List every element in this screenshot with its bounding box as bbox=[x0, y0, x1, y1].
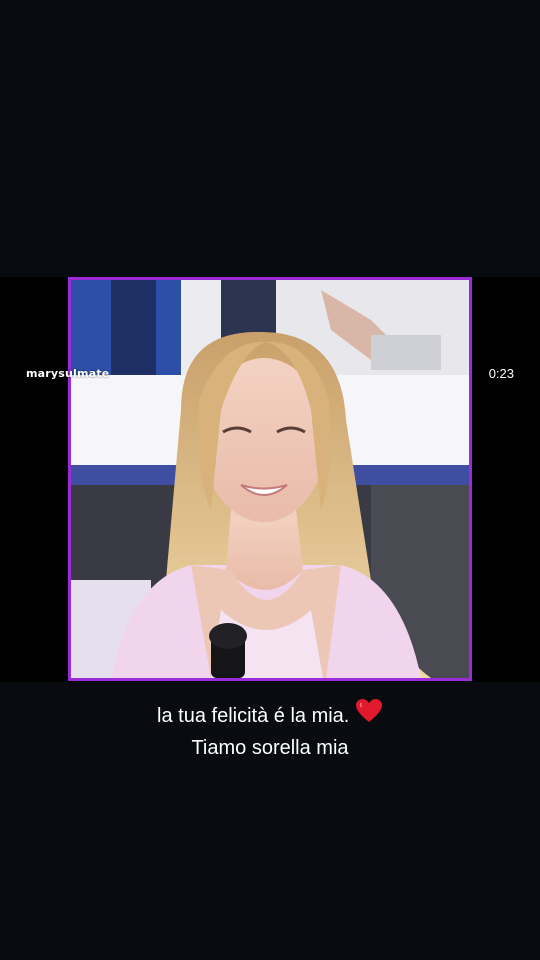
video-timestamp: 0:23 bbox=[488, 366, 514, 381]
caption-line-2: Tiamo sorella mia bbox=[191, 737, 349, 759]
caption-line-1-text: la tua felicità é la mia. bbox=[157, 705, 350, 727]
video-screen[interactable]: marysulmate 0:23 la tua felicità é la mi… bbox=[0, 0, 540, 960]
red-heart-icon bbox=[355, 698, 383, 733]
caption: la tua felicità é la mia. Tiamo sorella … bbox=[0, 698, 540, 763]
watermark-username: marysulmate bbox=[26, 367, 110, 380]
video-frame-image bbox=[71, 280, 469, 678]
caption-line-1: la tua felicità é la mia. bbox=[0, 698, 540, 733]
video-player[interactable] bbox=[68, 277, 472, 681]
